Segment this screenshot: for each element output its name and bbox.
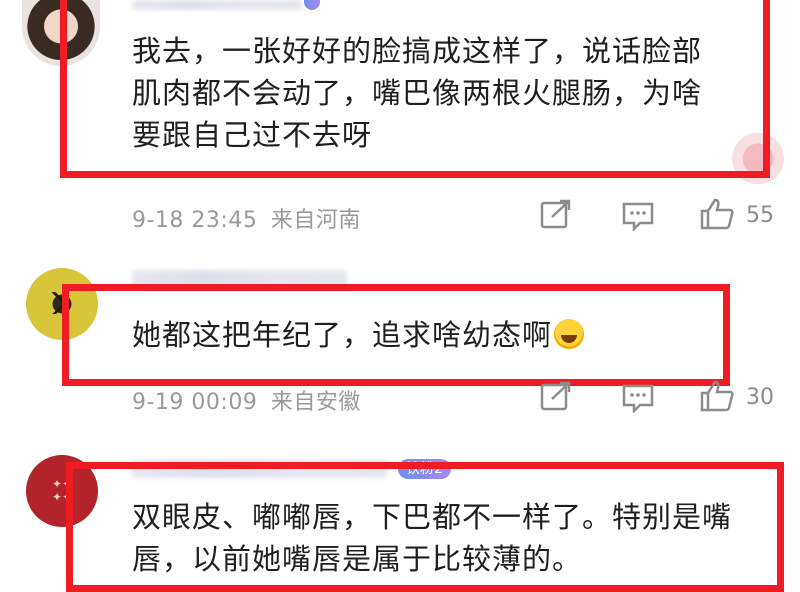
timestamp: 9-19 00:09 [132, 390, 258, 415]
comment-icon[interactable] [622, 383, 654, 413]
location: 来自安徽 [270, 390, 361, 415]
location: 来自河南 [270, 208, 361, 233]
share-icon[interactable] [540, 381, 572, 411]
highlight-box [66, 462, 784, 592]
comment-meta: 9-19 00:09 来自安徽 [132, 384, 361, 416]
like-icon[interactable] [700, 198, 734, 230]
comment-meta: 9-18 23:45 来自河南 [132, 202, 361, 234]
like-count: 30 [746, 385, 774, 410]
comment-icon[interactable] [622, 201, 654, 231]
timestamp: 9-18 23:45 [132, 208, 258, 233]
like-count: 55 [746, 203, 774, 228]
like-icon[interactable] [700, 380, 734, 412]
highlight-box [62, 284, 730, 386]
highlight-box [60, 0, 770, 178]
share-icon[interactable] [540, 199, 572, 229]
